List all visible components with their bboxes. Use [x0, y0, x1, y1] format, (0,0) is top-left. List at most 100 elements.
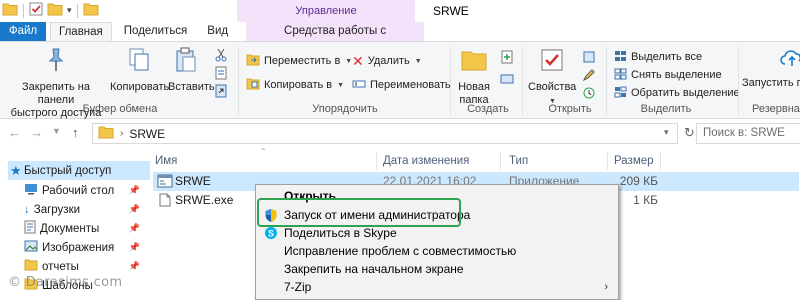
qat-customize-icon[interactable]: ▾ [67, 5, 72, 16]
menu-item-next-partial[interactable] [258, 295, 616, 299]
menu-item-pin-to-start[interactable]: Закрепить на начальном экране [258, 259, 616, 279]
pin-icon[interactable]: 📌 [129, 242, 140, 253]
new-folder-qat-icon[interactable] [47, 2, 63, 19]
select-none-button[interactable]: Снять выделение [614, 66, 722, 84]
tab-application-tools[interactable]: Средства работы с приложениями [246, 22, 425, 56]
group-label-open: Открыть [548, 103, 592, 115]
nav-item-downloads[interactable]: ↓ Загрузки 📌 [24, 200, 146, 219]
context-group-title: Управление [295, 5, 357, 17]
group-label-select: Выделить [640, 103, 692, 115]
nav-item-documents[interactable]: Документы 📌 [24, 219, 146, 238]
nav-item-desktop[interactable]: Рабочий стол 📌 [24, 181, 146, 200]
qat-separator [23, 3, 24, 18]
column-separator[interactable] [607, 152, 608, 170]
forward-arrow-icon[interactable]: → [30, 125, 43, 140]
column-header-size[interactable]: Размер [614, 151, 654, 171]
window-title: SRWE [433, 4, 469, 18]
edit-icon[interactable] [582, 68, 596, 85]
column-separator[interactable] [660, 152, 661, 170]
column-separator[interactable] [500, 152, 501, 170]
watermark-text: © Darasims.com [8, 275, 123, 290]
select-all-button[interactable]: Выделить все [614, 48, 702, 66]
copy-button[interactable]: Копировать [110, 46, 169, 94]
folder-icon [2, 2, 18, 19]
column-header-type[interactable]: Тип [509, 151, 528, 171]
nav-item-reports[interactable]: отчеты 📌 [24, 257, 146, 276]
back-arrow-icon[interactable]: ← [8, 125, 21, 140]
pin-icon[interactable]: 📌 [129, 261, 140, 272]
group-label-organize: Упорядочить [312, 103, 378, 115]
rename-label: Переименовать [370, 79, 451, 91]
open-icon[interactable] [582, 50, 596, 67]
group-label-create: Создать [467, 103, 509, 115]
invert-selection-icon [614, 86, 627, 101]
copy-to-button[interactable]: Копировать в ▼ [246, 76, 344, 94]
invert-selection-label: Обратить выделение [631, 87, 740, 99]
new-folder-label-line1: Новая [458, 81, 490, 93]
svg-text:S: S [268, 229, 274, 239]
pin-icon [4, 46, 108, 78]
easy-access-icon[interactable] [500, 72, 514, 89]
tab-home[interactable]: Главная [50, 22, 112, 42]
breadcrumb-srwe[interactable]: SRWE [129, 127, 165, 141]
orange-app-icon [258, 295, 284, 299]
select-none-label: Снять выделение [631, 69, 722, 81]
tab-share[interactable]: Поделиться [116, 22, 196, 42]
select-none-icon [614, 68, 627, 83]
refresh-icon[interactable]: ↻ [684, 125, 695, 141]
up-arrow-icon[interactable]: ↑ [72, 125, 79, 140]
group-label-clipboard: Буфер обмена [82, 103, 158, 115]
navigation-bar: ← → ▼ ↑ › SRWE ▾ ↻ Поиск в: SRWE [0, 119, 800, 147]
menu-icon-slot [258, 259, 284, 279]
paste-icon [168, 46, 204, 78]
column-separator[interactable] [376, 152, 377, 170]
new-folder-button[interactable]: Новая папка [454, 46, 494, 107]
column-header-date[interactable]: Дата изменения [383, 151, 469, 171]
menu-item-label: Закрепить на начальном экране [284, 262, 464, 276]
nav-item-quick-access[interactable]: ★ Быстрый доступ [8, 161, 150, 180]
tab-view[interactable]: Вид [199, 22, 236, 42]
rename-button[interactable]: Переименовать [352, 76, 451, 94]
address-bar[interactable]: › SRWE [92, 123, 678, 144]
qat-separator [76, 3, 78, 18]
invert-selection-button[interactable]: Обратить выделение [614, 84, 740, 102]
nav-item-label: отчеты [42, 260, 79, 273]
nav-item-pictures[interactable]: Изображения 📌 [24, 238, 146, 257]
delete-button[interactable]: ✕ Удалить ▼ [352, 52, 422, 70]
properties-label: Свойства [528, 81, 577, 93]
menu-item-label: Исправление проблем с совместимостью [284, 244, 517, 258]
title-bar: ▾ Управление SRWE [0, 0, 800, 22]
tab-file[interactable]: Файл [0, 22, 46, 42]
breadcrumb-separator-icon[interactable]: › [120, 128, 123, 139]
pin-icon[interactable]: 📌 [129, 223, 140, 234]
paste-button[interactable]: Вставить [168, 46, 215, 94]
cut-icon[interactable] [214, 48, 228, 65]
nav-item-label: Загрузки [33, 203, 81, 216]
move-to-button[interactable]: Переместить в ▼ [246, 52, 352, 70]
chevron-down-icon: ▼ [414, 57, 422, 65]
copy-to-label: Копировать в [264, 79, 333, 91]
properties-icon [528, 46, 576, 78]
new-item-icon[interactable] [500, 50, 514, 67]
recent-locations-chevron-icon[interactable]: ▼ [52, 126, 61, 136]
history-icon[interactable] [582, 86, 596, 103]
group-label-backup: Резервна [752, 103, 800, 115]
pin-icon[interactable]: 📌 [129, 204, 140, 215]
pin-icon[interactable]: 📌 [129, 185, 140, 196]
documents-icon [24, 220, 36, 237]
menu-item-troubleshoot-compatibility[interactable]: Исправление проблем с совместимостью [258, 241, 616, 261]
address-dropdown-icon[interactable]: ▾ [664, 127, 669, 138]
search-input[interactable]: Поиск в: SRWE [696, 123, 800, 144]
nav-item-label: Изображения [42, 241, 115, 254]
copy-path-icon[interactable] [214, 66, 228, 83]
properties-qat-icon[interactable] [29, 2, 43, 19]
menu-item-7zip[interactable]: 7-Zip › [258, 277, 616, 297]
properties-button[interactable]: Свойства ▼ [528, 46, 576, 108]
folder-icon [98, 126, 114, 142]
paste-label: Вставить [168, 81, 215, 93]
group-separator [606, 47, 607, 115]
run-backup-button[interactable]: Запустить п [742, 46, 800, 90]
menu-item-label: Поделиться в Skype [284, 226, 397, 240]
paste-shortcut-icon[interactable] [214, 84, 228, 101]
column-header-name[interactable]: Имя [155, 151, 177, 171]
